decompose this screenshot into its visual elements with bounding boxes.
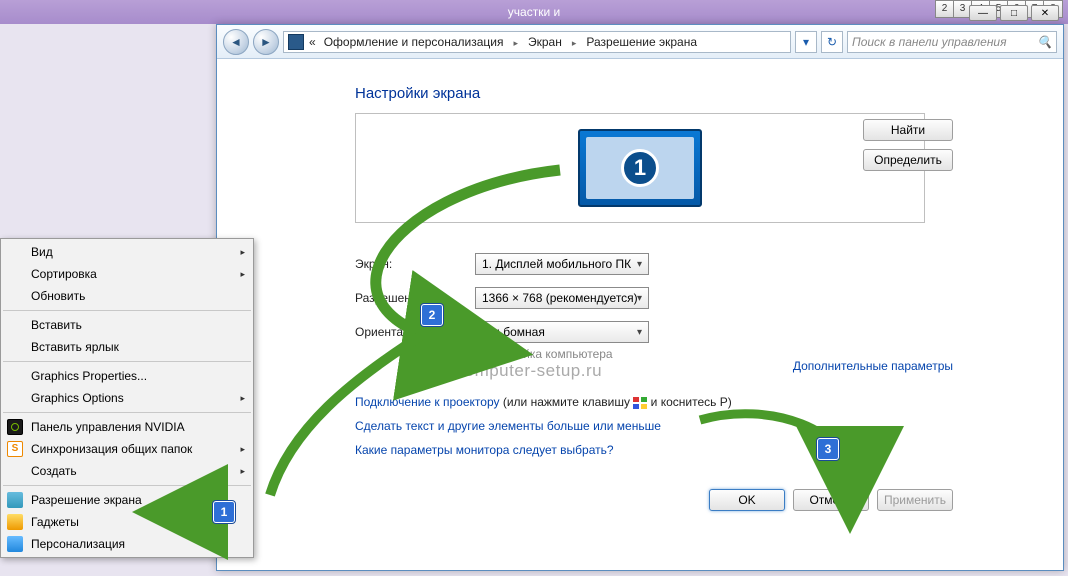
- navbar: ◄ ► « Оформление и персонализация Экран …: [217, 25, 1063, 59]
- ctx-sep: [3, 412, 251, 413]
- windows-key-icon: [633, 397, 647, 409]
- resolution-combobox[interactable]: 1366 × 768 (рекомендуется): [475, 287, 649, 309]
- display-arrangement-box[interactable]: 1: [355, 113, 925, 223]
- orientation-label: Ориентация:: [355, 325, 475, 339]
- bigger-text-line: Сделать текст и другие элементы больше и…: [355, 419, 661, 433]
- ctx-graphics-options[interactable]: Graphics Options: [1, 387, 253, 409]
- which-params-line: Какие параметры монитора следует выбрать…: [355, 443, 614, 457]
- refresh-button[interactable]: ↻: [821, 31, 843, 53]
- display-value: 1. Дисплей мобильного ПК: [482, 257, 631, 271]
- screenres-icon: [7, 492, 23, 508]
- projector-line: Подключение к проектору (или нажмите кла…: [355, 395, 732, 409]
- ctx-sep: [3, 310, 251, 311]
- ctx-sync-folders[interactable]: SСинхронизация общих папок: [1, 438, 253, 460]
- breadcrumb-item-3[interactable]: Разрешение экрана: [583, 35, 700, 49]
- nvidia-icon: [7, 419, 23, 435]
- ok-button[interactable]: OK: [709, 489, 785, 511]
- ctx-new[interactable]: Создать: [1, 460, 253, 482]
- ctx-graphics-properties[interactable]: Graphics Properties...: [1, 365, 253, 387]
- content-area: Настройки экрана 1 Найти Определить Экра…: [217, 59, 1063, 570]
- projector-tail-b: и коснитесь P): [647, 395, 731, 409]
- ctx-paste-shortcut[interactable]: Вставить ярлык: [1, 336, 253, 358]
- bigger-text-link[interactable]: Сделать текст и другие элементы больше и…: [355, 419, 661, 433]
- projector-tail-a: (или нажмите клавишу: [500, 395, 634, 409]
- nav-forward-button[interactable]: ►: [253, 29, 279, 55]
- gadgets-icon: [7, 514, 23, 530]
- personalize-icon: [7, 536, 23, 552]
- breadcrumb-sep: [508, 35, 523, 49]
- window-controls: — □ ✕: [969, 5, 1059, 21]
- projector-link[interactable]: Подключение к проектору: [355, 395, 500, 409]
- close-button[interactable]: ✕: [1031, 5, 1059, 21]
- resolution-value: 1366 × 768 (рекомендуется): [482, 291, 638, 305]
- minimize-button[interactable]: —: [969, 5, 997, 21]
- orientation-combobox[interactable]: Альбомная: [475, 321, 649, 343]
- advanced-settings-link[interactable]: Дополнительные параметры: [793, 359, 953, 373]
- find-displays-button[interactable]: Найти: [863, 119, 953, 141]
- ctx-refresh[interactable]: Обновить: [1, 285, 253, 307]
- ctx-sep: [3, 485, 251, 486]
- resolution-label: Разрешение:: [355, 291, 475, 305]
- breadcrumb[interactable]: « Оформление и персонализация Экран Разр…: [283, 31, 791, 53]
- ctx-sort[interactable]: Сортировка: [1, 263, 253, 285]
- row-orientation: Ориентация: Альбомная: [355, 321, 649, 343]
- display-1-thumbnail[interactable]: 1: [578, 129, 702, 207]
- ctx-paste[interactable]: Вставить: [1, 314, 253, 336]
- display-combobox[interactable]: 1. Дисплей мобильного ПК: [475, 253, 649, 275]
- cancel-button[interactable]: Отмена: [793, 489, 869, 511]
- breadcrumb-item-1[interactable]: Оформление и персонализация: [321, 35, 507, 49]
- search-icon: 🔍: [1037, 35, 1052, 49]
- annotation-callout-1: 1: [213, 501, 235, 523]
- row-display: Экран: 1. Дисплей мобильного ПК: [355, 253, 649, 275]
- watermark-text: www.computer-setup.ru: [413, 361, 602, 381]
- search-input[interactable]: Поиск в панели управления 🔍: [847, 31, 1057, 53]
- orientation-value: Альбомная: [482, 325, 545, 339]
- pager-2[interactable]: 2: [936, 1, 954, 17]
- page-title: Настройки экрана: [355, 85, 480, 102]
- sync-icon: S: [7, 441, 23, 457]
- breadcrumb-sep: [567, 35, 582, 49]
- titlebar: участки и: [0, 0, 1068, 24]
- dialog-buttons: OK Отмена Применить: [709, 489, 953, 511]
- titlebar-text: участки и: [0, 5, 1068, 19]
- identify-displays-button[interactable]: Определить: [863, 149, 953, 171]
- breadcrumb-prefix: «: [306, 35, 319, 49]
- maximize-button[interactable]: □: [1000, 5, 1028, 21]
- control-panel-window: — □ ✕ ◄ ► « Оформление и персонализация …: [216, 24, 1064, 571]
- hint-text: Настройка компьютера: [483, 347, 613, 361]
- display-label: Экран:: [355, 257, 475, 271]
- apply-button[interactable]: Применить: [877, 489, 953, 511]
- ctx-personalize[interactable]: Персонализация: [1, 533, 253, 555]
- row-resolution: Разрешение: 1366 × 768 (рекомендуется): [355, 287, 649, 309]
- nav-back-button[interactable]: ◄: [223, 29, 249, 55]
- ctx-nvidia-panel[interactable]: Панель управления NVIDIA: [1, 416, 253, 438]
- which-params-link[interactable]: Какие параметры монитора следует выбрать…: [355, 443, 614, 457]
- annotation-callout-2: 2: [421, 304, 443, 326]
- breadcrumb-item-2[interactable]: Экран: [525, 35, 565, 49]
- search-placeholder: Поиск в панели управления: [852, 35, 1007, 49]
- ctx-sep: [3, 361, 251, 362]
- annotation-callout-3: 3: [817, 438, 839, 460]
- dropdown-history-button[interactable]: ▾: [795, 31, 817, 53]
- control-panel-icon: [288, 34, 304, 50]
- display-1-number: 1: [621, 149, 659, 187]
- ctx-view[interactable]: Вид: [1, 241, 253, 263]
